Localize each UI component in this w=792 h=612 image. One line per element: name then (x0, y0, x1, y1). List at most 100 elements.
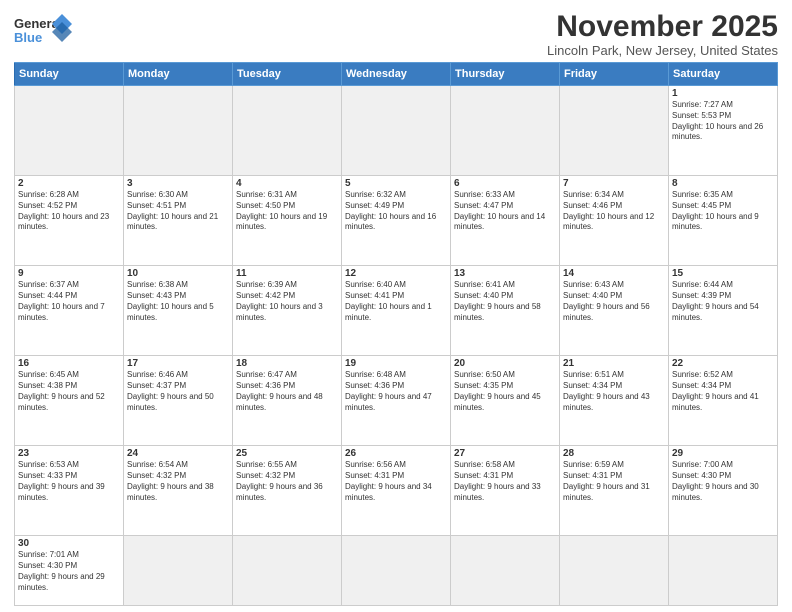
calendar-cell: 20Sunrise: 6:50 AM Sunset: 4:35 PM Dayli… (451, 356, 560, 446)
calendar-cell: 1Sunrise: 7:27 AM Sunset: 5:53 PM Daylig… (669, 86, 778, 176)
day-number: 19 (345, 358, 447, 369)
day-number: 15 (672, 268, 774, 279)
calendar-cell (233, 536, 342, 606)
calendar-cell: 24Sunrise: 6:54 AM Sunset: 4:32 PM Dayli… (124, 446, 233, 536)
col-wednesday: Wednesday (342, 63, 451, 86)
calendar-week-row: 2Sunrise: 6:28 AM Sunset: 4:52 PM Daylig… (15, 176, 778, 266)
calendar-cell (560, 536, 669, 606)
calendar-cell: 16Sunrise: 6:45 AM Sunset: 4:38 PM Dayli… (15, 356, 124, 446)
calendar-week-row: 23Sunrise: 6:53 AM Sunset: 4:33 PM Dayli… (15, 446, 778, 536)
day-info: Sunrise: 6:34 AM Sunset: 4:46 PM Dayligh… (563, 190, 665, 233)
calendar-cell: 3Sunrise: 6:30 AM Sunset: 4:51 PM Daylig… (124, 176, 233, 266)
location-title: Lincoln Park, New Jersey, United States (547, 43, 778, 58)
calendar-cell: 28Sunrise: 6:59 AM Sunset: 4:31 PM Dayli… (560, 446, 669, 536)
calendar-cell (451, 536, 560, 606)
calendar-cell: 11Sunrise: 6:39 AM Sunset: 4:42 PM Dayli… (233, 266, 342, 356)
calendar-cell: 21Sunrise: 6:51 AM Sunset: 4:34 PM Dayli… (560, 356, 669, 446)
day-info: Sunrise: 7:27 AM Sunset: 5:53 PM Dayligh… (672, 100, 774, 143)
day-number: 28 (563, 448, 665, 459)
calendar-cell (15, 86, 124, 176)
day-info: Sunrise: 6:55 AM Sunset: 4:32 PM Dayligh… (236, 460, 338, 503)
day-info: Sunrise: 6:47 AM Sunset: 4:36 PM Dayligh… (236, 370, 338, 413)
col-friday: Friday (560, 63, 669, 86)
day-info: Sunrise: 6:39 AM Sunset: 4:42 PM Dayligh… (236, 280, 338, 323)
day-info: Sunrise: 6:38 AM Sunset: 4:43 PM Dayligh… (127, 280, 229, 323)
calendar-cell: 5Sunrise: 6:32 AM Sunset: 4:49 PM Daylig… (342, 176, 451, 266)
day-info: Sunrise: 6:43 AM Sunset: 4:40 PM Dayligh… (563, 280, 665, 323)
day-number: 11 (236, 268, 338, 279)
day-info: Sunrise: 6:32 AM Sunset: 4:49 PM Dayligh… (345, 190, 447, 233)
calendar-week-row: 30Sunrise: 7:01 AM Sunset: 4:30 PM Dayli… (15, 536, 778, 606)
calendar-cell: 29Sunrise: 7:00 AM Sunset: 4:30 PM Dayli… (669, 446, 778, 536)
day-number: 17 (127, 358, 229, 369)
calendar-cell: 2Sunrise: 6:28 AM Sunset: 4:52 PM Daylig… (15, 176, 124, 266)
day-info: Sunrise: 6:48 AM Sunset: 4:36 PM Dayligh… (345, 370, 447, 413)
day-info: Sunrise: 6:53 AM Sunset: 4:33 PM Dayligh… (18, 460, 120, 503)
day-info: Sunrise: 6:40 AM Sunset: 4:41 PM Dayligh… (345, 280, 447, 323)
day-number: 2 (18, 178, 120, 189)
day-info: Sunrise: 6:51 AM Sunset: 4:34 PM Dayligh… (563, 370, 665, 413)
day-number: 18 (236, 358, 338, 369)
calendar-cell: 10Sunrise: 6:38 AM Sunset: 4:43 PM Dayli… (124, 266, 233, 356)
day-number: 29 (672, 448, 774, 459)
logo-area: General Blue (14, 10, 74, 50)
day-info: Sunrise: 6:44 AM Sunset: 4:39 PM Dayligh… (672, 280, 774, 323)
day-number: 26 (345, 448, 447, 459)
calendar-cell: 9Sunrise: 6:37 AM Sunset: 4:44 PM Daylig… (15, 266, 124, 356)
calendar-cell: 22Sunrise: 6:52 AM Sunset: 4:34 PM Dayli… (669, 356, 778, 446)
day-number: 27 (454, 448, 556, 459)
calendar-cell: 26Sunrise: 6:56 AM Sunset: 4:31 PM Dayli… (342, 446, 451, 536)
day-number: 4 (236, 178, 338, 189)
day-number: 9 (18, 268, 120, 279)
day-info: Sunrise: 6:33 AM Sunset: 4:47 PM Dayligh… (454, 190, 556, 233)
calendar-cell: 7Sunrise: 6:34 AM Sunset: 4:46 PM Daylig… (560, 176, 669, 266)
day-info: Sunrise: 6:41 AM Sunset: 4:40 PM Dayligh… (454, 280, 556, 323)
calendar-cell: 25Sunrise: 6:55 AM Sunset: 4:32 PM Dayli… (233, 446, 342, 536)
day-info: Sunrise: 6:58 AM Sunset: 4:31 PM Dayligh… (454, 460, 556, 503)
day-number: 1 (672, 88, 774, 99)
calendar-cell (451, 86, 560, 176)
day-info: Sunrise: 6:37 AM Sunset: 4:44 PM Dayligh… (18, 280, 120, 323)
calendar-cell: 6Sunrise: 6:33 AM Sunset: 4:47 PM Daylig… (451, 176, 560, 266)
day-number: 24 (127, 448, 229, 459)
day-info: Sunrise: 6:50 AM Sunset: 4:35 PM Dayligh… (454, 370, 556, 413)
title-area: November 2025 Lincoln Park, New Jersey, … (547, 10, 778, 58)
calendar-week-row: 9Sunrise: 6:37 AM Sunset: 4:44 PM Daylig… (15, 266, 778, 356)
calendar-cell: 14Sunrise: 6:43 AM Sunset: 4:40 PM Dayli… (560, 266, 669, 356)
page: General Blue November 2025 Lincoln Park,… (0, 0, 792, 612)
calendar-cell: 19Sunrise: 6:48 AM Sunset: 4:36 PM Dayli… (342, 356, 451, 446)
col-saturday: Saturday (669, 63, 778, 86)
calendar-week-row: 1Sunrise: 7:27 AM Sunset: 5:53 PM Daylig… (15, 86, 778, 176)
day-info: Sunrise: 6:56 AM Sunset: 4:31 PM Dayligh… (345, 460, 447, 503)
day-number: 21 (563, 358, 665, 369)
day-number: 10 (127, 268, 229, 279)
day-number: 13 (454, 268, 556, 279)
day-info: Sunrise: 7:01 AM Sunset: 4:30 PM Dayligh… (18, 550, 120, 593)
calendar-cell: 27Sunrise: 6:58 AM Sunset: 4:31 PM Dayli… (451, 446, 560, 536)
col-monday: Monday (124, 63, 233, 86)
day-number: 30 (18, 538, 120, 549)
day-number: 14 (563, 268, 665, 279)
day-number: 6 (454, 178, 556, 189)
day-number: 3 (127, 178, 229, 189)
day-info: Sunrise: 6:35 AM Sunset: 4:45 PM Dayligh… (672, 190, 774, 233)
day-number: 7 (563, 178, 665, 189)
day-info: Sunrise: 6:52 AM Sunset: 4:34 PM Dayligh… (672, 370, 774, 413)
day-info: Sunrise: 6:46 AM Sunset: 4:37 PM Dayligh… (127, 370, 229, 413)
generalblue-logo-icon: General Blue (14, 14, 74, 50)
calendar-cell (342, 86, 451, 176)
day-info: Sunrise: 6:45 AM Sunset: 4:38 PM Dayligh… (18, 370, 120, 413)
day-number: 23 (18, 448, 120, 459)
day-info: Sunrise: 6:30 AM Sunset: 4:51 PM Dayligh… (127, 190, 229, 233)
svg-text:Blue: Blue (14, 30, 42, 45)
day-info: Sunrise: 7:00 AM Sunset: 4:30 PM Dayligh… (672, 460, 774, 503)
calendar-cell: 30Sunrise: 7:01 AM Sunset: 4:30 PM Dayli… (15, 536, 124, 606)
calendar-cell: 17Sunrise: 6:46 AM Sunset: 4:37 PM Dayli… (124, 356, 233, 446)
calendar-cell: 13Sunrise: 6:41 AM Sunset: 4:40 PM Dayli… (451, 266, 560, 356)
day-info: Sunrise: 6:28 AM Sunset: 4:52 PM Dayligh… (18, 190, 120, 233)
calendar-cell: 12Sunrise: 6:40 AM Sunset: 4:41 PM Dayli… (342, 266, 451, 356)
calendar-cell (669, 536, 778, 606)
day-number: 16 (18, 358, 120, 369)
calendar-cell (342, 536, 451, 606)
calendar-header-row: Sunday Monday Tuesday Wednesday Thursday… (15, 63, 778, 86)
